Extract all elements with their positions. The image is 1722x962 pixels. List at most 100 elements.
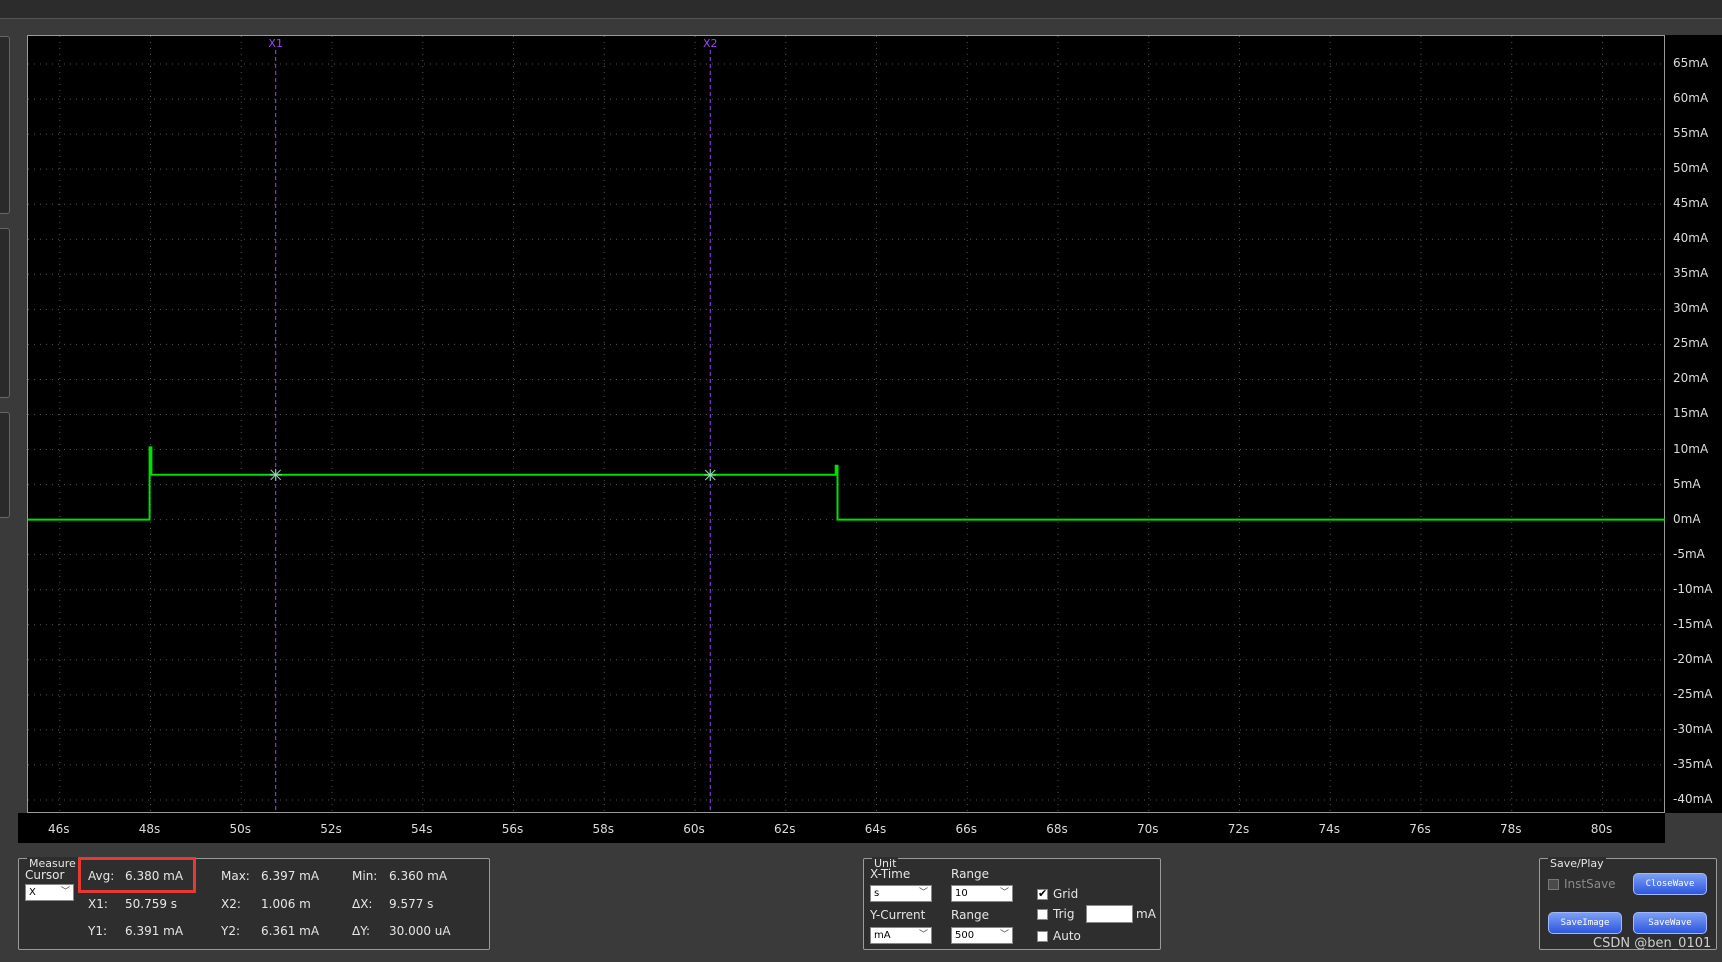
y-tick-label: 40mA (1673, 231, 1709, 246)
cursor-label: X2 (703, 37, 718, 50)
waveform-plot-area[interactable]: X1 X2 (27, 35, 1666, 814)
y-tick-label: 5mA (1673, 476, 1701, 491)
chevron-down-icon: ﹀ (918, 888, 928, 898)
max-label: Max: (221, 869, 250, 883)
x-tick-label: 48s (138, 822, 161, 836)
min-value: 6.360 mA (389, 869, 448, 883)
chevron-down-icon: ﹀ (918, 930, 928, 940)
y-tick-label: 15mA (1673, 406, 1709, 421)
trig-level-input[interactable] (1086, 905, 1133, 923)
chevron-down-icon: ﹀ (60, 887, 70, 897)
y2-value: 6.361 mA (261, 924, 320, 938)
avg-label: Avg: (88, 869, 115, 883)
y-tick-label: -20mA (1673, 651, 1713, 666)
side-tab-3[interactable] (0, 412, 10, 518)
avg-value: 6.380 mA (125, 869, 184, 883)
y-tick-label: 50mA (1673, 161, 1709, 176)
side-tab-1[interactable] (0, 36, 10, 214)
dy-label: ΔY: (352, 924, 370, 938)
y-tick-label: -25mA (1673, 686, 1713, 701)
grid-label: Grid (1053, 887, 1079, 901)
range-y-label: Range (951, 908, 990, 922)
cursor-select[interactable]: X ﹀ (25, 884, 74, 901)
y-tick-label: 20mA (1673, 371, 1709, 386)
x-axis: 46s 48s 50s 52s 54s 56s 58s 60s 62s 64s 66s 68s 70s 7… (18, 813, 1665, 843)
x-tick-label: 68s (1046, 822, 1068, 836)
range-x-select-value: 10 (955, 888, 968, 899)
y-tick-label: 45mA (1673, 196, 1709, 211)
y-tick-label: 25mA (1673, 336, 1709, 351)
save-wave-button[interactable]: SaveWave (1633, 912, 1707, 934)
cursor-marker (269, 468, 282, 481)
current-trace (28, 446, 1666, 521)
instsave-checkbox[interactable] (1548, 879, 1559, 890)
x-tick-label: 72s (1227, 822, 1250, 836)
y-current-select-value: mA (874, 930, 891, 941)
save-image-button[interactable]: SaveImage (1548, 912, 1622, 934)
auto-label: Auto (1053, 929, 1081, 943)
y-tick-label: -5mA (1673, 546, 1705, 561)
trig-checkbox[interactable] (1037, 909, 1048, 920)
y-tick-label: 35mA (1673, 266, 1709, 281)
auto-checkbox[interactable] (1037, 931, 1048, 942)
trig-label: Trig (1053, 907, 1075, 921)
x-tick-label: 70s (1136, 822, 1159, 836)
x-tick-label: 56s (501, 822, 524, 836)
y-tick-label: 30mA (1673, 301, 1709, 316)
y-current-label: Y-Current (870, 908, 926, 922)
x2-value: 1.006 m (261, 897, 311, 911)
close-wave-button[interactable]: CloseWave (1633, 873, 1707, 895)
y-tick-label: -10mA (1673, 581, 1713, 596)
x-time-label: X-Time (870, 867, 911, 881)
y2-label: Y2: (221, 924, 241, 938)
cursor-label: Cursor (25, 868, 65, 882)
x-tick-label: 46s (47, 822, 70, 836)
y-tick-label: -15mA (1673, 616, 1713, 631)
x-tick-label: 74s (1318, 822, 1340, 836)
y1-value: 6.391 mA (125, 924, 184, 938)
y-tick-label: -35mA (1673, 756, 1713, 771)
y-current-select[interactable]: mA ﹀ (870, 927, 932, 944)
title-bar (0, 0, 1722, 19)
range-y-select[interactable]: 500 ﹀ (951, 927, 1013, 944)
y-tick-label: 10mA (1673, 441, 1709, 456)
range-x-label: Range (951, 867, 990, 881)
dy-value: 30.000 uA (389, 924, 451, 938)
x-tick-label: 78s (1499, 822, 1522, 836)
y-tick-label: 0mA (1673, 511, 1701, 526)
x-tick-label: 76s (1409, 822, 1431, 836)
chevron-down-icon: ﹀ (999, 930, 1009, 940)
x-tick-label: 64s (864, 822, 887, 836)
x-tick-label: 54s (410, 822, 433, 836)
x-tick-label: 52s (320, 822, 342, 836)
y-tick-label: -40mA (1673, 791, 1713, 806)
dx-label: ΔX: (352, 897, 373, 911)
x-tick-label: 66s (955, 822, 977, 836)
side-tab-2[interactable] (0, 228, 10, 398)
y-tick-label: -30mA (1673, 721, 1713, 736)
save-play-title: Save/Play (1548, 857, 1606, 870)
chevron-down-icon: ﹀ (999, 888, 1009, 898)
min-label: Min: (352, 869, 378, 883)
range-x-select[interactable]: 10 ﹀ (951, 885, 1013, 902)
x2-label: X2: (221, 897, 241, 911)
waveform-chart[interactable]: X1 X2 (28, 36, 1666, 814)
cursor-label: X1 (268, 37, 283, 50)
x1-label: X1: (88, 897, 108, 911)
x-tick-label: 58s (592, 822, 614, 836)
x1-value: 50.759 s (125, 897, 178, 911)
watermark: CSDN @ben_0101 (1593, 936, 1712, 951)
grid-checkbox[interactable] (1037, 887, 1048, 900)
y-axis: 65mA 60mA 55mA 50mA 45mA 40mA 35mA 30mA 25mA 20mA… (1665, 35, 1722, 813)
cursor-marker (704, 469, 717, 482)
y-tick-label: 60mA (1673, 91, 1709, 106)
y1-label: Y1: (88, 924, 108, 938)
dx-value: 9.577 s (389, 897, 434, 911)
x-tick-label: 50s (229, 822, 252, 836)
cursor-select-value: X (29, 887, 36, 898)
x-time-select[interactable]: s ﹀ (870, 885, 932, 902)
instsave-label: InstSave (1564, 877, 1616, 891)
x-tick-label: 62s (773, 822, 796, 836)
x-time-select-value: s (874, 888, 880, 899)
max-value: 6.397 mA (261, 869, 320, 883)
